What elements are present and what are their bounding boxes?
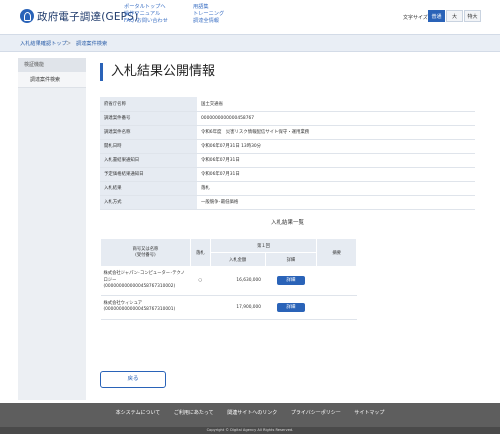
info-value: 落札	[197, 181, 475, 196]
col-won-header: 落札	[189, 238, 211, 267]
footer-link-privacy[interactable]: プライバシーポリシー	[291, 410, 341, 416]
info-label: 予定価格結果通知日	[100, 167, 197, 182]
company-name: 株式会社ウィシュア	[103, 300, 143, 306]
table-row: 開札日時 令和06年07月31日 13時30分	[100, 139, 475, 154]
info-value: 令和06年07月31日 13時30分	[197, 139, 475, 154]
font-size-large-button[interactable]: 大	[446, 10, 463, 22]
page-title: 入札結果公開情報	[111, 64, 216, 79]
footer-link-about[interactable]: 本システムについて	[116, 410, 161, 416]
breadcrumb-item-top[interactable]: 入札結果確認トップ	[20, 40, 67, 47]
info-value: 令和06年07月31日	[197, 153, 475, 168]
table-row: 予定価格結果通知日 令和06年07月31日	[100, 167, 475, 182]
back-button[interactable]: 戻る	[100, 371, 166, 388]
info-value: 令和6年度 災害リスク情報配信サイト保守・運用業務	[197, 125, 475, 140]
detail-button[interactable]: 詳細	[276, 302, 305, 312]
bid-results-table: 商号又は名称 (受付番号) 落札 第１回 摘要 入札金額 詳細 株式会社ジャパン…	[100, 238, 357, 320]
col-round-header: 第１回	[209, 238, 318, 253]
breadcrumb: 入札結果確認トップ ＞ 調達案件検索	[0, 34, 500, 52]
won-mark: ○	[190, 266, 211, 296]
info-value: 令和06年07月31日	[197, 167, 475, 182]
breadcrumb-item-search[interactable]: 調達案件検索	[76, 40, 107, 47]
info-label: 入札書結果通知日	[100, 153, 197, 168]
sidebar-item-search[interactable]: 調達案件検索	[18, 72, 86, 88]
nav-manual-link[interactable]: 操作マニュアル	[124, 11, 168, 18]
nav-all-procurement-link[interactable]: 調達全情報	[193, 18, 224, 25]
company-name: 株式会社ジャパン･コンピューター･テクノロジー	[103, 271, 185, 283]
receipt-number: (0000000000000458767310001)	[103, 307, 176, 312]
nav-glossary-link[interactable]: 用語集	[193, 4, 224, 11]
bid-amount: 16,630,000	[210, 266, 265, 296]
footer-link-sitemap[interactable]: サイトマップ	[354, 410, 384, 416]
company-cell: 株式会社ウィシュア (0000000000000458767310001)	[100, 295, 191, 320]
won-mark	[190, 295, 211, 320]
footer-links: 本システムについて ご利用にあたって 関連サイトへのリンク プライバシーポリシー…	[0, 409, 500, 416]
table-row: 株式会社ウィシュア (0000000000000458767310001) 17…	[100, 295, 357, 320]
col-amount-header: 入札金額	[209, 252, 266, 267]
table-row: 入札結果 落札	[100, 181, 475, 196]
col-detail-header: 詳細	[264, 252, 318, 267]
company-cell: 株式会社ジャパン･コンピューター･テクノロジー (000000000000045…	[100, 266, 191, 296]
note-cell	[316, 266, 357, 296]
table-row: 入札方式 一般競争･最低価格	[100, 195, 475, 210]
nav-portal-top-link[interactable]: ポータルトップへ	[124, 4, 168, 11]
results-title: 入札結果一覧	[270, 220, 304, 226]
font-size-normal-button[interactable]: 普通	[428, 10, 445, 22]
info-label: 開札日時	[100, 139, 197, 154]
page-title-block: 入札結果公開情報	[100, 63, 215, 81]
bid-amount: 17,900,000	[210, 295, 265, 320]
sidebar: 検証機能 調達案件検索	[18, 58, 86, 400]
footer-link-related[interactable]: 関連サイトへのリンク	[227, 410, 277, 416]
geps-logo-icon[interactable]	[20, 9, 34, 23]
header-nav-primary: ポータルトップへ 操作マニュアル FAQ･お問い合わせ	[124, 4, 168, 25]
info-label: 入札方式	[100, 195, 197, 210]
table-row: 入札書結果通知日 令和06年07月31日	[100, 153, 475, 168]
header: 政府電子調達(GEPS) ポータルトップへ 操作マニュアル FAQ･お問い合わせ…	[0, 0, 500, 34]
copyright: Copyright © Digital Agency All Rights Re…	[0, 427, 500, 434]
col-note-header: 摘要	[316, 238, 357, 267]
font-size-xlarge-button[interactable]: 特大	[464, 10, 481, 22]
table-row: 株式会社ジャパン･コンピューター･テクノロジー (000000000000045…	[100, 266, 357, 296]
info-value: 一般競争･最低価格	[197, 195, 475, 210]
nav-training-link[interactable]: トレーニング	[193, 11, 224, 18]
info-value: 0000000000000458767	[197, 111, 475, 126]
breadcrumb-separator: ＞	[66, 41, 72, 47]
case-info-table: 府省庁名称 国土交通省 調達案件番号 0000000000000458767 調達案…	[100, 97, 475, 210]
nav-faq-link[interactable]: FAQ･お問い合わせ	[124, 18, 168, 25]
table-row: 調達案件番号 0000000000000458767	[100, 111, 475, 126]
table-row: 調達案件名称 令和6年度 災害リスク情報配信サイト保守・運用業務	[100, 125, 475, 140]
info-label: 調達案件名称	[100, 125, 197, 140]
receipt-number: (0000000000000458767310002)	[103, 284, 176, 289]
info-label: 調達案件番号	[100, 111, 197, 126]
detail-cell: 詳細	[265, 266, 317, 296]
footer-link-usage[interactable]: ご利用にあたって	[174, 410, 214, 416]
font-size-label: 文字サイズ	[403, 15, 428, 21]
info-value: 国土交通省	[197, 97, 475, 112]
note-cell	[316, 295, 357, 320]
detail-button[interactable]: 詳細	[276, 276, 305, 286]
header-nav-secondary: 用語集 トレーニング 調達全情報	[193, 4, 224, 25]
sidebar-heading: 検証機能	[18, 58, 86, 72]
detail-cell: 詳細	[265, 295, 317, 320]
col-company-header: 商号又は名称 (受付番号)	[100, 238, 191, 267]
table-row: 府省庁名称 国土交通省	[100, 97, 475, 112]
info-label: 入札結果	[100, 181, 197, 196]
footer: 本システムについて ご利用にあたって 関連サイトへのリンク プライバシーポリシー…	[0, 403, 500, 434]
info-label: 府省庁名称	[100, 97, 197, 112]
